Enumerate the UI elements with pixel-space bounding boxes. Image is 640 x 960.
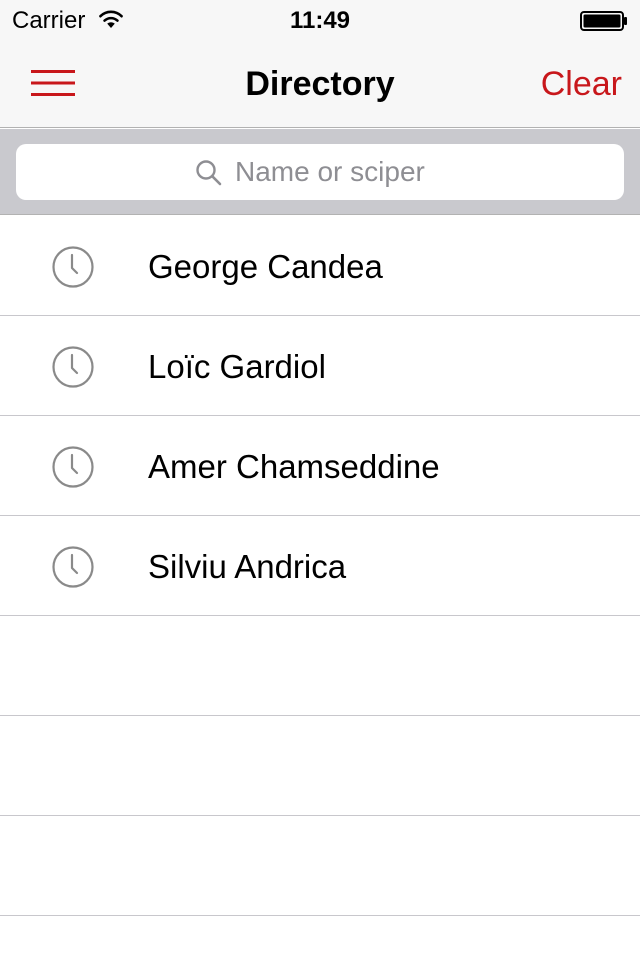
clear-button[interactable]: Clear — [541, 64, 622, 104]
top-bar: Carrier 11:49 Directory Clear — [0, 0, 640, 128]
clock-time: 11:49 — [289, 7, 351, 34]
person-name: Silviu Andrica — [148, 548, 347, 585]
list-item[interactable]: George Candea — [0, 216, 640, 316]
list-item[interactable]: Amer Chamseddine — [0, 416, 640, 516]
list-item[interactable]: Loïc Gardiol — [0, 316, 640, 416]
list-item[interactable]: Silviu Andrica — [0, 516, 640, 616]
search-icon — [196, 160, 222, 186]
empty-row — [0, 616, 640, 716]
battery-icon — [580, 11, 627, 31]
clock-icon — [52, 246, 94, 288]
person-name: Amer Chamseddine — [148, 448, 440, 485]
clock-icon — [52, 346, 94, 388]
person-name: Loïc Gardiol — [148, 348, 326, 385]
directory-screen: Carrier 11:49 Directory Clear Name or sc… — [0, 0, 640, 960]
search-field[interactable] — [16, 144, 624, 200]
empty-row — [0, 716, 640, 816]
empty-row — [0, 816, 640, 916]
clock-icon — [52, 546, 94, 588]
search-input[interactable] — [235, 156, 445, 188]
search-bar — [0, 129, 640, 215]
recent-searches-list: George Candea Loïc Gardiol Amer Chamsedd… — [0, 216, 640, 916]
status-bar: Carrier 11:49 — [0, 0, 640, 40]
navigation-bar: Directory Clear — [0, 40, 640, 128]
clock-icon — [52, 446, 94, 488]
person-name: George Candea — [148, 248, 383, 285]
